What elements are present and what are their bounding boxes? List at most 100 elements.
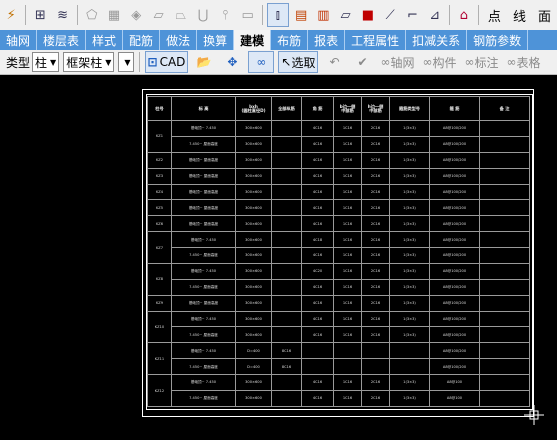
move-icon[interactable]: ✥ [220,52,244,72]
magic-wand-icon[interactable]: ⚡ [1,4,21,26]
beam-icon[interactable]: ⟋ [380,4,400,26]
cell-stirrup-type: 1(3×3) [389,262,430,280]
point-tool[interactable]: 点 [488,6,501,25]
cell-all-longitudinal [271,151,302,169]
cell-stirrups: A8@100/200 [429,247,480,264]
shape-tool-8-icon[interactable]: ▭ [238,4,258,26]
cell-section: 300×600 [235,135,272,153]
layers-icon[interactable]: ≋ [52,4,72,26]
cell-stirrups: A8@100/200 [429,120,480,137]
cell-corner-bars: 4C16 [301,199,334,217]
table-row: KZ9 基础顶~ 屋面高度 300×600 4C16 1C16 2C16 1(3×3) A8@… [147,294,530,312]
column-icon[interactable]: ⫾ [266,3,289,27]
menu-conversion[interactable]: 换算 [197,30,235,50]
cell-stirrup-type: 1(3×3) [389,199,430,217]
toolbar-dropdown[interactable]: ▼ [118,52,134,72]
table-row: 7.450~ 屋面高度 300×600 4C16 1C16 2C16 1(3×3) A8@1… [148,278,530,296]
cell-remarks [479,183,530,201]
header-all-longitudinal: 全部纵筋 [271,96,302,121]
menu-project-properties[interactable]: 工程属性 [345,30,407,50]
cell-b-side-bars: 1C16 [333,262,362,280]
shape-tool-4-icon[interactable]: ▱ [148,4,168,26]
cell-all-longitudinal [271,262,302,280]
annotate-button[interactable]: ∞ 标注 [463,52,501,72]
cell-section: 300×600 [235,167,272,185]
cell-stirrup-type: 1(3×3) [389,215,430,233]
cad-icon: ⊡ [147,55,158,69]
checkmark-icon[interactable]: ✔ [350,52,374,72]
area-tool[interactable]: 面 [538,6,551,25]
glasses-icon: ∞ [380,55,391,69]
cell-h-side-bars: 2C16 [361,120,390,137]
undo-icon[interactable]: ↶ [322,52,346,72]
brick-wall-icon[interactable]: ▥ [313,4,333,26]
cell-stirrups: A8@100 [429,374,480,391]
subtype-select-value: 框架柱 [66,55,103,70]
angle-icon[interactable]: ⌐ [402,4,422,26]
toolbar-separator [138,52,140,72]
table-row: KZ6 基础顶~ 屋面高度 300×600 4C16 1C16 2C16 1(3×3) A8@… [147,215,530,233]
menu-floor-table[interactable]: 楼层表 [37,30,87,50]
cell-b-side-bars: 1C16 [333,247,362,264]
cell-section: 300×600 [235,294,272,312]
table-header-row: 柱号 标 高 bxh (圆柱直径D) 全部纵筋 角 筋 b边一侧 中部筋 h边一… [147,96,530,121]
shape-tool-6-icon[interactable]: ⋃ [193,4,213,26]
cell-corner-bars: 4C16 [301,247,334,264]
open-folder-icon[interactable]: 📂 [192,52,216,72]
subtype-select[interactable]: 框架柱 ▼ [63,52,115,72]
axis-grid-button[interactable]: ∞ 轴网 [378,52,416,72]
cell-h-side-bars: 2C16 [361,262,390,280]
grid-icon[interactable]: ⊞ [30,4,50,26]
menu-style[interactable]: 样式 [86,30,124,50]
wall-icon[interactable]: ▤ [291,4,311,26]
chevron-down-icon: ▼ [50,57,57,67]
cell-stirrup-type: 1(3×3) [389,247,430,264]
chevron-down-icon: ▼ [124,57,131,67]
house-icon[interactable]: ⌂ [454,4,474,26]
cell-stirrups: A8@100/200 [429,135,480,153]
select-button[interactable]: ↖ 选取 [278,51,319,73]
table-button[interactable]: ∞ 表格 [505,52,543,72]
stair-icon[interactable]: ⊿ [425,4,445,26]
type-select[interactable]: 柱 ▼ [32,52,60,72]
glasses-icon[interactable]: ∞ [248,51,275,73]
cell-stirrups: A8@100/200 [429,151,480,169]
cell-elevation: 基础顶~ 7.450 [171,120,236,137]
header-elevation: 标 高 [171,96,236,121]
annotate-label: 标注 [474,55,499,70]
cell-section: 300×600 [235,262,272,280]
cell-remarks [479,262,530,280]
line-tool[interactable]: 线 [513,6,526,25]
member-button[interactable]: ∞ 构件 [421,52,459,72]
menu-axis-grid[interactable]: 轴网 [0,30,38,50]
menu-rebar-parameters[interactable]: 钢筋参数 [467,30,529,50]
menu-modeling[interactable]: 建模 [234,30,272,50]
table-row: 7.450~ 屋面高度 300×600 4C16 1C16 2C16 1(3×3) A8@1… [148,326,530,344]
shape-tool-2-icon[interactable]: ▦ [104,4,124,26]
cell-section: 300×600 [235,278,272,296]
shape-tool-3-icon[interactable]: ◈ [126,4,146,26]
menu-reinforcement[interactable]: 配筋 [123,30,161,50]
shape-tool-1-icon[interactable]: ⬠ [82,4,102,26]
menu-method[interactable]: 做法 [160,30,198,50]
shape-tool-5-icon[interactable]: ⏢ [171,4,191,26]
table-row: KZ12 基础顶~ 7.450 300×600 4C16 1C16 2C16 1(3×3) A… [147,374,530,407]
block-icon[interactable]: ■ [358,4,378,26]
cell-all-longitudinal [271,215,302,233]
cell-elevation: 基础顶~ 7.450 [171,342,236,360]
cell-section: 300×600 [235,231,272,248]
slab-icon[interactable]: ▱ [335,4,355,26]
cell-remarks [479,326,530,344]
cell-stirrup-type [389,358,430,375]
table-body: KZ1 基础顶~ 7.450 300×600 4C16 1C16 2C16 1(3×3) A8… [147,120,530,408]
cell-h-side-bars: 2C16 [361,294,390,312]
menu-deduction-relations[interactable]: 扣减关系 [406,30,468,50]
cell-b-side-bars: 1C16 [333,135,362,153]
cad-button[interactable]: ⊡ CAD [144,51,189,73]
cell-h-side-bars: 2C16 [361,310,390,328]
cell-remarks [479,120,530,137]
shape-tool-7-icon[interactable]: ⫯ [215,4,235,26]
table-row: KZ11 基础顶~ 7.450 D=400 8C16 A8@100/200 [147,342,530,375]
menu-place-rebar[interactable]: 布筋 [271,30,309,50]
menu-report[interactable]: 报表 [308,30,346,50]
